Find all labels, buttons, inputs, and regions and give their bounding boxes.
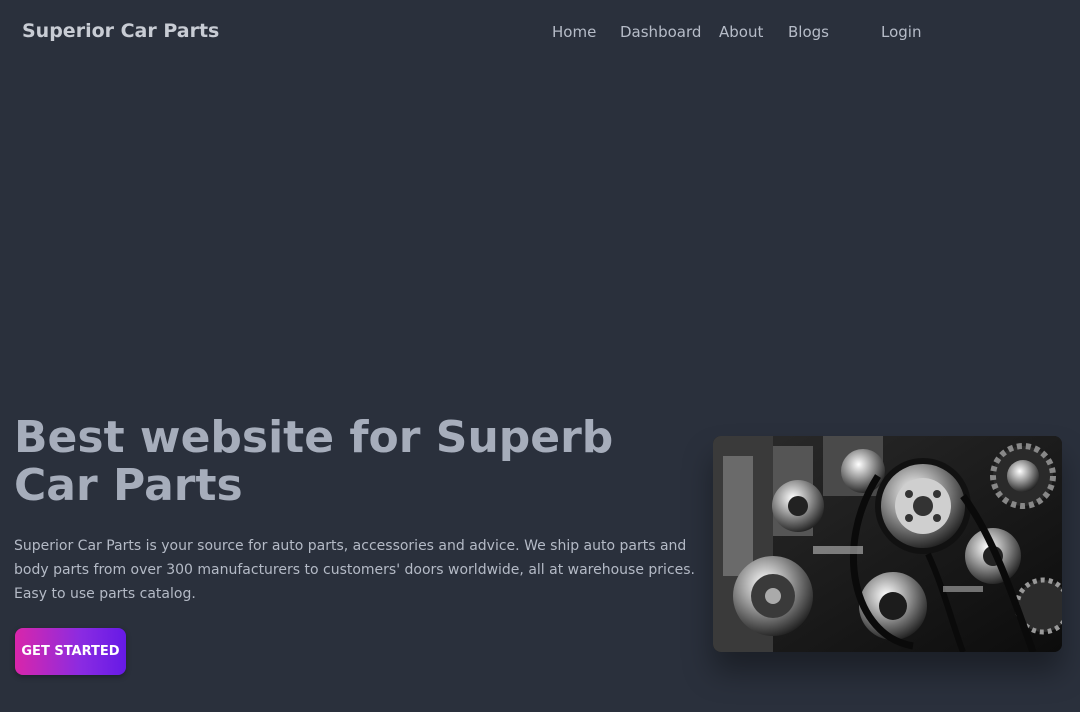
nav-link-home[interactable]: Home: [552, 23, 596, 41]
navbar: Superior Car Parts Home Dashboard About …: [0, 0, 1080, 64]
engine-illustration: [713, 436, 1062, 652]
nav-link-dashboard[interactable]: Dashboard: [620, 23, 701, 41]
nav-link-login[interactable]: Login: [881, 23, 921, 41]
hero-title: Best website for Superb Car Parts: [14, 412, 614, 511]
hero-description: Superior Car Parts is your source for au…: [14, 538, 695, 602]
nav-link-about[interactable]: About: [719, 23, 763, 41]
engine-photo: [713, 436, 1062, 652]
get-started-button[interactable]: GET STARTED: [15, 628, 126, 675]
nav-link-blogs[interactable]: Blogs: [788, 23, 829, 41]
brand-logo-link[interactable]: Superior Car Parts: [22, 20, 219, 42]
